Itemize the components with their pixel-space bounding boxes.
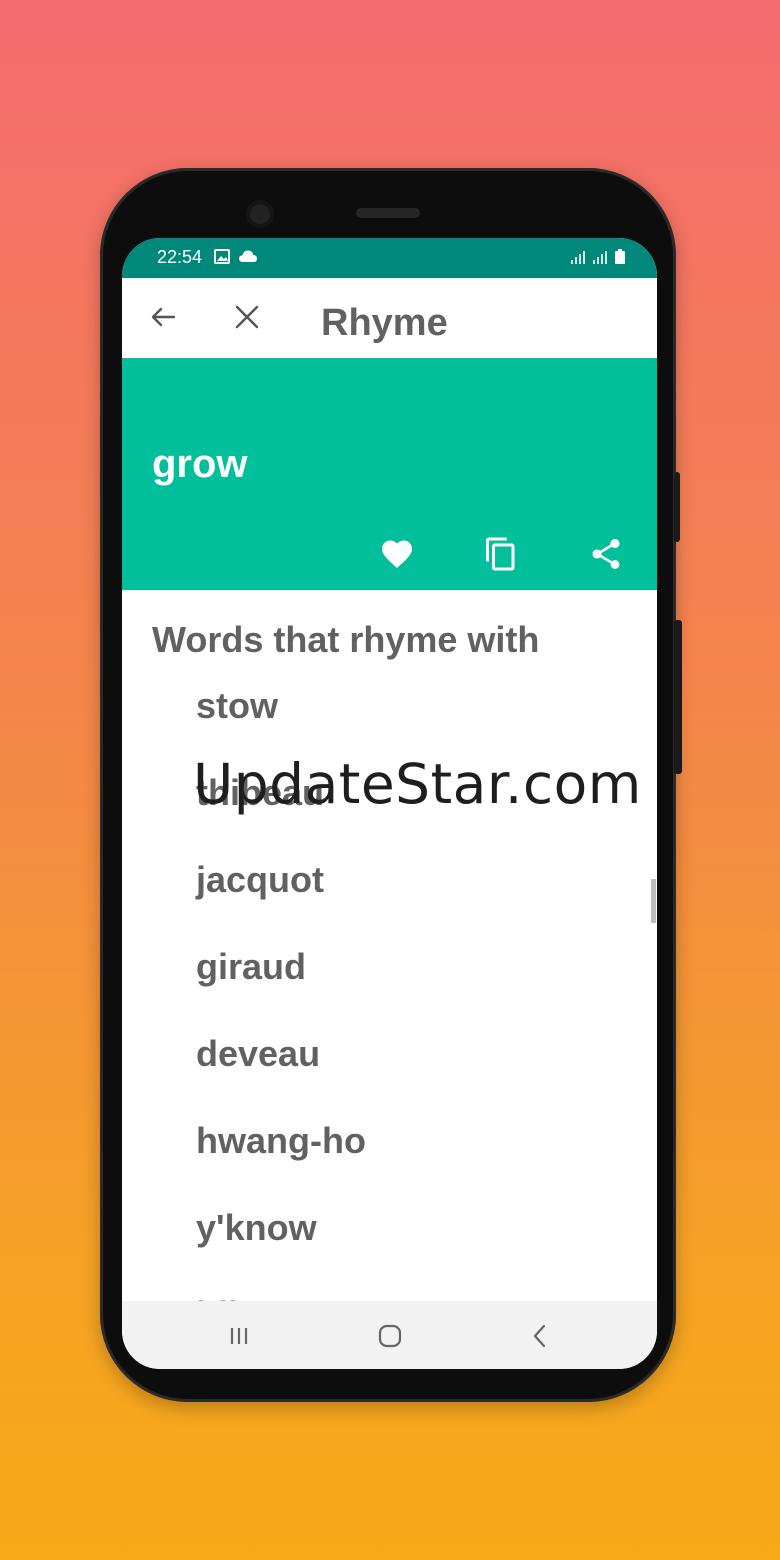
heart-icon[interactable] <box>379 536 415 572</box>
section-heading: Words that rhyme with <box>152 619 540 660</box>
side-button-power <box>674 620 682 774</box>
back-nav-icon[interactable] <box>525 1321 555 1351</box>
rhyme-item[interactable]: hwang-ho <box>196 1120 366 1207</box>
rhyme-item[interactable]: deveau <box>196 1033 366 1120</box>
watermark: UpdateStar.com <box>193 752 642 816</box>
front-camera <box>246 200 274 228</box>
side-button-volume <box>674 472 680 542</box>
cloud-icon <box>239 250 257 262</box>
scrollbar-thumb[interactable] <box>651 879 656 923</box>
signal-icon <box>593 251 607 264</box>
status-system-icons <box>571 249 625 264</box>
word-header: grow <box>122 358 657 590</box>
rhyme-item[interactable]: bibeau <box>196 1294 366 1301</box>
rhyme-item[interactable]: jacquot <box>196 859 366 946</box>
page-title: Rhyme <box>321 302 448 344</box>
share-icon[interactable] <box>588 536 624 572</box>
arrow-back-icon[interactable] <box>148 302 178 332</box>
battery-icon <box>615 249 625 264</box>
navigation-bar <box>122 1301 657 1369</box>
rhyme-results[interactable]: Words that rhyme with stow thibeau jacqu… <box>122 593 657 1301</box>
home-icon[interactable] <box>375 1321 405 1351</box>
rhyme-item[interactable]: giraud <box>196 946 366 1033</box>
copy-icon[interactable] <box>483 536 519 572</box>
status-notification-icons <box>214 249 258 264</box>
recents-icon[interactable] <box>224 1321 254 1351</box>
search-word: grow <box>152 442 248 486</box>
status-time: 22:54 <box>157 247 203 267</box>
signal-icon <box>571 251 585 264</box>
app-toolbar: Rhyme <box>122 278 657 358</box>
status-bar: 22:54 <box>122 238 657 278</box>
rhyme-item[interactable]: y'know <box>196 1207 366 1294</box>
earpiece-speaker <box>356 208 420 218</box>
image-icon <box>214 249 230 264</box>
close-icon[interactable] <box>232 302 262 332</box>
